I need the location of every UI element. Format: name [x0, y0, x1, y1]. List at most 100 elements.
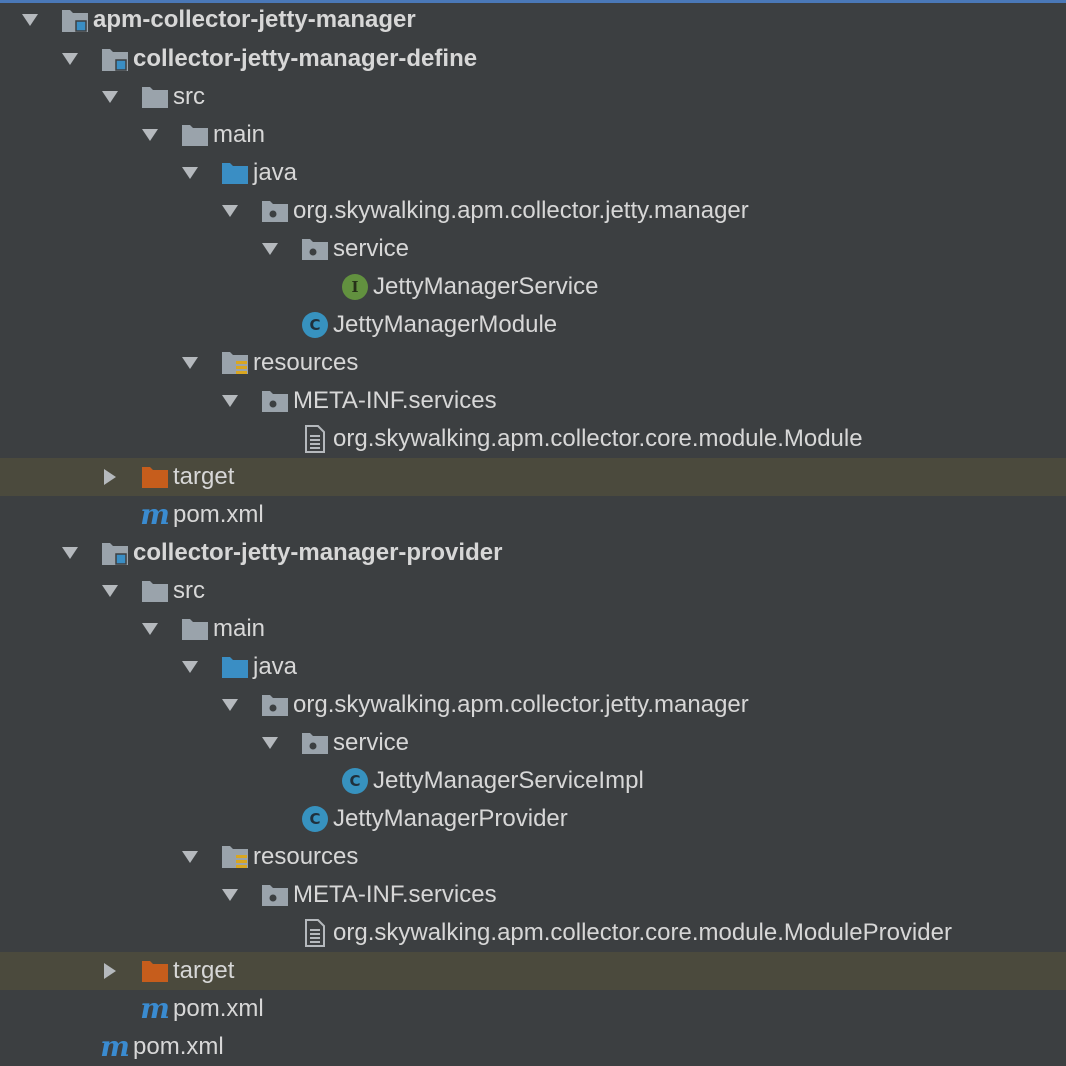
expanded-arrow-icon[interactable] [220, 695, 240, 715]
tree-row-apm-collector-jetty-manager[interactable]: apm-collector-jetty-manager [0, 1, 1066, 39]
class-icon: C [301, 311, 329, 339]
package-icon [301, 235, 329, 263]
tree-row-collector-jetty-manager-provider[interactable]: collector-jetty-manager-provider [0, 534, 1066, 572]
expanded-arrow-icon[interactable] [100, 581, 120, 601]
arrow-spacer [100, 999, 120, 1019]
tree-row-label: service [333, 235, 410, 262]
tree-row-label: org.skywalking.apm.collector.core.module… [333, 425, 863, 452]
tree-row-label: main [213, 121, 266, 148]
tree-row-jetty-manager-service-impl[interactable]: C JettyManagerServiceImpl [0, 762, 1066, 800]
tree-row-java[interactable]: java [0, 154, 1066, 192]
tree-row-target[interactable]: target [0, 952, 1066, 990]
tree-row-meta-inf-services[interactable]: META-INF.services [0, 382, 1066, 420]
resources-folder-icon [221, 843, 249, 871]
maven-icon: m [100, 1030, 130, 1063]
excluded-folder-icon [141, 957, 169, 985]
package-icon [301, 729, 329, 757]
tree-row-jetty-manager-service[interactable]: I JettyManagerService [0, 268, 1066, 306]
tree-row-collector-jetty-manager-define[interactable]: collector-jetty-manager-define [0, 40, 1066, 78]
expanded-arrow-icon[interactable] [100, 87, 120, 107]
text-file-icon [301, 425, 329, 453]
arrow-spacer [60, 1037, 80, 1057]
tree-row-label: collector-jetty-manager-define [133, 45, 478, 72]
tree-row-main[interactable]: main [0, 116, 1066, 154]
class-icon-letter: C [302, 806, 328, 832]
expanded-arrow-icon[interactable] [180, 163, 200, 183]
tree-row-label: resources [253, 349, 359, 376]
class-icon: C [301, 805, 329, 833]
tree-row-pom-xml[interactable]: m pom.xml [0, 496, 1066, 534]
package-icon [261, 387, 289, 415]
module-folder-icon [101, 45, 129, 73]
tree-row-resources[interactable]: resources [0, 838, 1066, 876]
tree-row-label: JettyManagerModule [333, 311, 558, 338]
folder-icon [141, 83, 169, 111]
folder-icon [181, 121, 209, 149]
expanded-arrow-icon[interactable] [260, 733, 280, 753]
expanded-arrow-icon[interactable] [180, 657, 200, 677]
tree-row-pom-xml[interactable]: m pom.xml [0, 990, 1066, 1028]
tree-row-src[interactable]: src [0, 78, 1066, 116]
tree-row-label: resources [253, 843, 359, 870]
expanded-arrow-icon[interactable] [260, 239, 280, 259]
package-icon [261, 691, 289, 719]
tree-row-label: org.skywalking.apm.collector.core.module… [333, 919, 952, 946]
source-folder-icon [221, 159, 249, 187]
expanded-arrow-icon[interactable] [140, 125, 160, 145]
tree-row-package[interactable]: org.skywalking.apm.collector.jetty.manag… [0, 686, 1066, 724]
tree-row-module-services-file[interactable]: org.skywalking.apm.collector.core.module… [0, 420, 1066, 458]
expanded-arrow-icon[interactable] [60, 49, 80, 69]
expanded-arrow-icon[interactable] [220, 391, 240, 411]
source-folder-icon [221, 653, 249, 681]
tree-row-main[interactable]: main [0, 610, 1066, 648]
class-icon: C [341, 767, 369, 795]
tree-row-jetty-manager-provider[interactable]: C JettyManagerProvider [0, 800, 1066, 838]
tree-row-label: pom.xml [173, 501, 264, 528]
maven-icon: m [140, 992, 170, 1025]
tree-row-java[interactable]: java [0, 648, 1066, 686]
tree-row-label: META-INF.services [293, 387, 497, 414]
class-icon-letter: C [342, 768, 368, 794]
folder-icon [181, 615, 209, 643]
tree-row-module-provider-services-file[interactable]: org.skywalking.apm.collector.core.module… [0, 914, 1066, 952]
expanded-arrow-icon[interactable] [180, 353, 200, 373]
expanded-arrow-icon[interactable] [220, 885, 240, 905]
tree-row-src[interactable]: src [0, 572, 1066, 610]
interface-icon-letter: I [342, 274, 368, 300]
tree-row-label: pom.xml [133, 1033, 224, 1060]
resources-folder-icon [221, 349, 249, 377]
folder-icon [141, 577, 169, 605]
maven-icon-letter: m [100, 1030, 130, 1063]
tree-row-resources[interactable]: resources [0, 344, 1066, 382]
tree-row-meta-inf-services[interactable]: META-INF.services [0, 876, 1066, 914]
tree-row-label: org.skywalking.apm.collector.jetty.manag… [293, 691, 749, 718]
tree-row-target[interactable]: target [0, 458, 1066, 496]
maven-icon-letter: m [140, 498, 170, 531]
tree-row-label: pom.xml [173, 995, 264, 1022]
maven-icon-letter: m [140, 992, 170, 1025]
collapsed-arrow-icon[interactable] [100, 961, 120, 981]
tree-row-label: service [333, 729, 410, 756]
collapsed-arrow-icon[interactable] [100, 467, 120, 487]
tree-row-label: META-INF.services [293, 881, 497, 908]
tree-row-service[interactable]: service [0, 724, 1066, 762]
package-icon [261, 881, 289, 909]
expanded-arrow-icon[interactable] [20, 10, 40, 30]
tree-row-label: collector-jetty-manager-provider [133, 539, 503, 566]
package-icon [261, 197, 289, 225]
maven-icon: m [140, 498, 170, 531]
tree-row-label: JettyManagerService [373, 273, 599, 300]
tree-row-root-pom-xml[interactable]: m pom.xml [0, 1028, 1066, 1066]
arrow-spacer [260, 315, 280, 335]
expanded-arrow-icon[interactable] [180, 847, 200, 867]
module-folder-icon [101, 539, 129, 567]
arrow-spacer [260, 429, 280, 449]
arrow-spacer [100, 505, 120, 525]
expanded-arrow-icon[interactable] [220, 201, 240, 221]
tree-row-service[interactable]: service [0, 230, 1066, 268]
arrow-spacer [300, 771, 320, 791]
expanded-arrow-icon[interactable] [140, 619, 160, 639]
tree-row-package[interactable]: org.skywalking.apm.collector.jetty.manag… [0, 192, 1066, 230]
expanded-arrow-icon[interactable] [60, 543, 80, 563]
tree-row-jetty-manager-module[interactable]: C JettyManagerModule [0, 306, 1066, 344]
